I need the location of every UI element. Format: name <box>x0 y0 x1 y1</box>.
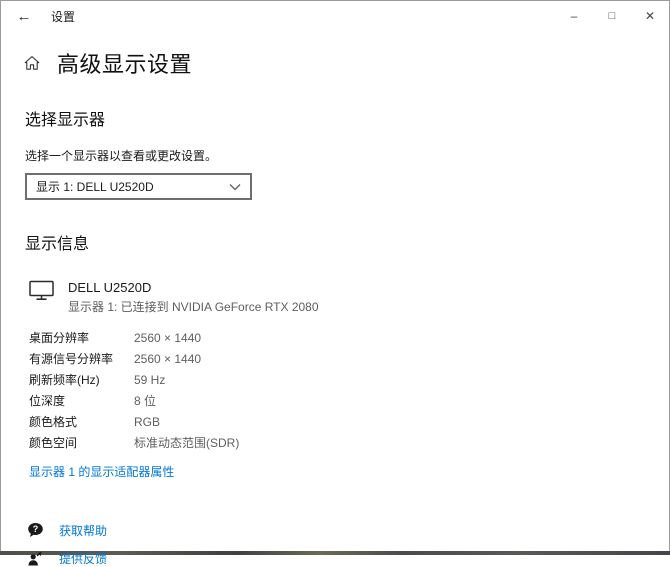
close-icon: ✕ <box>645 9 655 23</box>
choose-display-heading: 选择显示器 <box>25 106 669 130</box>
display-adapter-properties-link[interactable]: 显示器 1 的显示适配器属性 <box>29 463 174 480</box>
give-feedback-link[interactable]: 提供反馈 <box>59 550 107 567</box>
window-title: 设置 <box>51 8 75 25</box>
spec-value: 2560 × 1440 <box>134 353 669 366</box>
help-bubble-icon: ? <box>27 522 44 539</box>
device-row: DELL U2520D 显示器 1: 已连接到 NVIDIA GeForce R… <box>25 280 669 315</box>
spec-value: 标准动态范围(SDR) <box>134 437 669 450</box>
spec-label: 位深度 <box>29 395 134 408</box>
settings-window: ← 设置 – □ ✕ 高级显示设置 选择显示器 选择一个显示器以查看或更改设置。… <box>0 0 670 551</box>
footer-links: ? 获取帮助 提供反馈 <box>25 522 669 567</box>
back-button[interactable]: ← <box>1 1 47 31</box>
spec-label: 颜色格式 <box>29 416 134 429</box>
spec-value: 59 Hz <box>134 374 669 387</box>
display-select-value: 显示 1: DELL U2520D <box>36 178 154 195</box>
device-text: DELL U2520D 显示器 1: 已连接到 NVIDIA GeForce R… <box>68 280 319 315</box>
minimize-button[interactable]: – <box>555 1 593 31</box>
display-info-heading: 显示信息 <box>25 230 669 254</box>
spec-value: 2560 × 1440 <box>134 332 669 345</box>
give-feedback-row[interactable]: 提供反馈 <box>25 550 669 567</box>
spec-value: RGB <box>134 416 669 429</box>
page-header: 高级显示设置 <box>1 31 669 79</box>
monitor-icon <box>29 280 54 301</box>
choose-display-description: 选择一个显示器以查看或更改设置。 <box>25 147 669 164</box>
maximize-button[interactable]: □ <box>593 1 631 31</box>
feedback-person-icon <box>27 550 44 567</box>
get-help-link[interactable]: 获取帮助 <box>59 522 107 539</box>
get-help-row[interactable]: ? 获取帮助 <box>25 522 669 539</box>
display-select-dropdown[interactable]: 显示 1: DELL U2520D <box>25 173 252 200</box>
titlebar: ← 设置 – □ ✕ <box>1 1 669 31</box>
minimize-icon: – <box>571 9 578 23</box>
spec-label: 颜色空间 <box>29 437 134 450</box>
chevron-down-icon <box>229 183 241 191</box>
page-title: 高级显示设置 <box>57 47 192 79</box>
close-button[interactable]: ✕ <box>631 1 669 31</box>
back-arrow-icon: ← <box>17 8 32 25</box>
spec-label: 桌面分辨率 <box>29 332 134 345</box>
maximize-icon: □ <box>609 10 616 22</box>
spec-table: 桌面分辨率 2560 × 1440 有源信号分辨率 2560 × 1440 刷新… <box>29 332 669 450</box>
home-icon <box>24 55 40 71</box>
spec-label: 有源信号分辨率 <box>29 353 134 366</box>
device-name: DELL U2520D <box>68 280 319 295</box>
page-content: 选择显示器 选择一个显示器以查看或更改设置。 显示 1: DELL U2520D… <box>1 106 669 567</box>
spec-value: 8 位 <box>134 395 669 408</box>
device-status: 显示器 1: 已连接到 NVIDIA GeForce RTX 2080 <box>68 298 319 315</box>
svg-text:?: ? <box>33 524 39 534</box>
spec-label: 刷新频率(Hz) <box>29 374 134 387</box>
